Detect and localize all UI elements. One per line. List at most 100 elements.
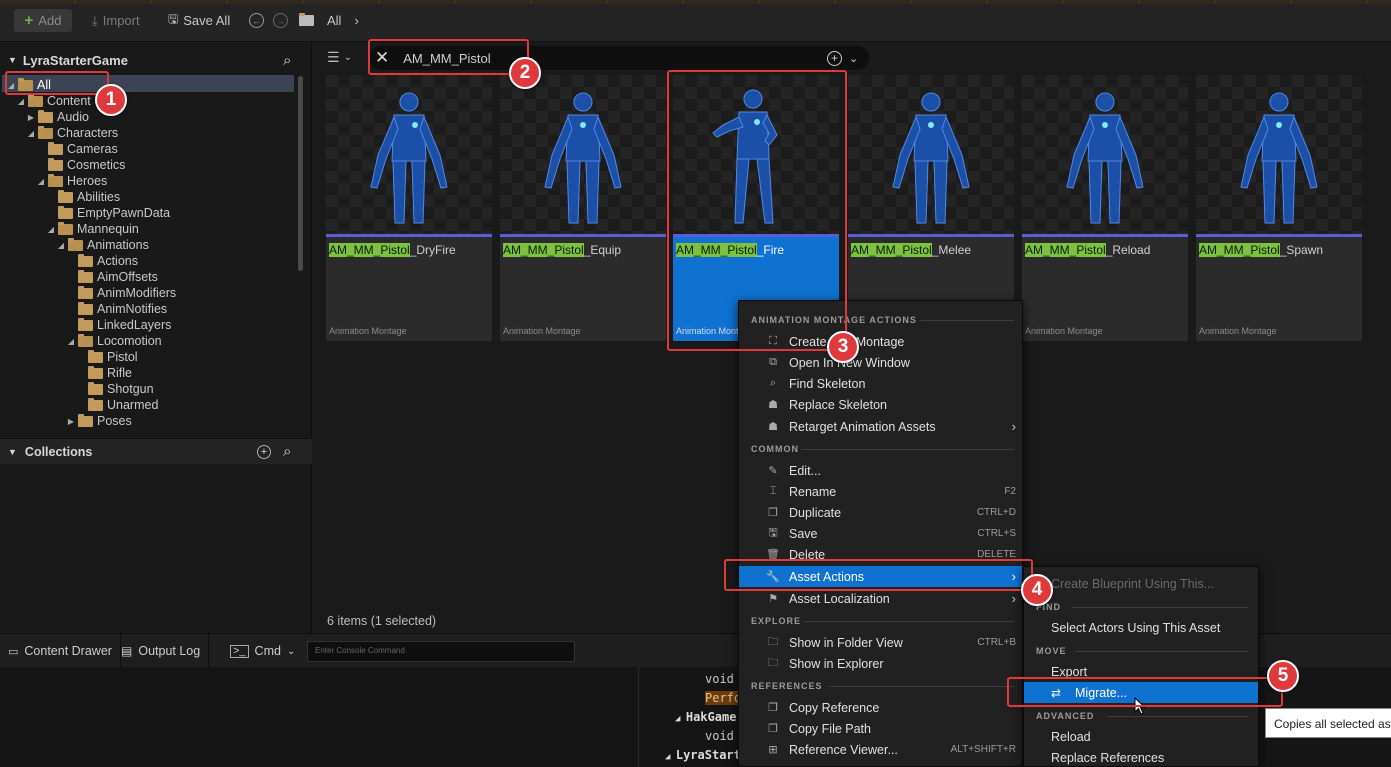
output-log-tab[interactable]: ▤ Output Log xyxy=(113,634,210,668)
menu-item-copy-file-path[interactable]: ❐ Copy File Path xyxy=(739,718,1022,739)
project-header[interactable]: ▼ LyraStarterGame ⌕ xyxy=(0,50,312,70)
tree-item-heroes[interactable]: ◢ Heroes xyxy=(36,173,107,189)
tree-item-audio[interactable]: ▶ Audio xyxy=(26,109,89,125)
menu-label: Rename xyxy=(789,484,837,499)
cmd-dropdown[interactable]: >_ Cmd ⌄ xyxy=(222,634,303,668)
asset-thumbnail xyxy=(326,75,492,237)
annotation-box xyxy=(368,39,529,75)
filter-button[interactable]: ☰ ⌄ xyxy=(327,49,352,66)
menu-section-references: REFERENCES xyxy=(751,681,823,691)
menu-item-rename[interactable]: ⌶ Rename F2 xyxy=(739,481,1022,502)
save-all-label: Save All xyxy=(183,13,231,28)
menu-item-create-blueprint[interactable]: Create Blueprint Using This... xyxy=(1024,573,1258,594)
menu-item-open-new-window[interactable]: ⧉ Open In New Window xyxy=(739,352,1022,373)
chevron-down-icon[interactable]: ⌄ xyxy=(849,52,858,65)
tree-item-poses[interactable]: ▶ Poses xyxy=(66,413,132,429)
menu-item-select-actors[interactable]: Select Actors Using This Asset xyxy=(1024,617,1258,638)
import-button[interactable]: ⤓ Import xyxy=(92,9,140,32)
asset-thumbnail xyxy=(1196,75,1362,237)
graph-icon: ⊞ xyxy=(768,744,778,756)
back-button[interactable]: ← xyxy=(249,9,264,32)
menu-item-retarget[interactable]: ☗ Retarget Animation Assets › xyxy=(739,416,1022,437)
tree-item-characters[interactable]: ◢ Characters xyxy=(26,125,118,141)
tree-item-locomotion[interactable]: ◢ Locomotion xyxy=(66,333,162,349)
tree-item-aimoffsets[interactable]: AimOffsets xyxy=(66,269,158,285)
menu-item-copy-reference[interactable]: ❐ Copy Reference xyxy=(739,697,1022,718)
search-icon[interactable]: ⌕ xyxy=(283,443,291,460)
menu-item-replace-references[interactable]: Replace References xyxy=(1024,747,1258,766)
tree-item-pistol[interactable]: Pistol xyxy=(76,349,138,365)
tree-item-content[interactable]: ◢ Content xyxy=(16,93,91,109)
menu-item-show-explorer[interactable]: 🗀 Show in Explorer xyxy=(739,653,1022,674)
console-input[interactable]: Enter Console Command xyxy=(307,641,575,662)
asset-card[interactable]: AM_MM_Pistol_Reload Animation Montage xyxy=(1022,75,1188,341)
menu-item-reference-viewer[interactable]: ⊞ Reference Viewer... ALT+SHIFT+R xyxy=(739,739,1022,760)
content-drawer-tab[interactable]: ▭ Content Drawer xyxy=(0,634,121,668)
folder-icon xyxy=(88,381,103,395)
tree-item-emptypawndata[interactable]: EmptyPawnData xyxy=(46,205,170,221)
asset-card[interactable]: AM_MM_Pistol_Spawn Animation Montage xyxy=(1196,75,1362,341)
menu-label: Replace Skeleton xyxy=(789,397,887,412)
tree-label: Pistol xyxy=(107,350,138,364)
tree-label: LinkedLayers xyxy=(97,318,172,332)
menu-item-reload[interactable]: Reload xyxy=(1024,726,1258,747)
menu-item-find-skeleton[interactable]: ⌕ Find Skeleton xyxy=(739,373,1022,394)
tree-label: Unarmed xyxy=(107,398,159,412)
tree-scrollbar[interactable] xyxy=(298,76,303,271)
menu-section-explore: EXPLORE xyxy=(751,616,802,626)
asset-card[interactable]: AM_MM_Pistol_Equip Animation Montage xyxy=(500,75,666,341)
section-divider xyxy=(921,320,1014,321)
add-filter-icon[interactable]: + xyxy=(827,50,842,66)
tree-item-animmodifiers[interactable]: AnimModifiers xyxy=(66,285,176,301)
project-title: LyraStarterGame xyxy=(22,52,128,68)
asset-actions-submenu: Create Blueprint Using This... FIND Sele… xyxy=(1023,566,1259,767)
folder-icon xyxy=(78,317,93,331)
folder-icon xyxy=(88,349,103,363)
add-button[interactable]: + Add xyxy=(14,9,72,32)
menu-item-show-folder[interactable]: 🗀 Show in Folder View CTRL+B xyxy=(739,632,1022,653)
annotation-box xyxy=(667,70,847,351)
asset-card[interactable]: AM_MM_Pistol_DryFire Animation Montage xyxy=(326,75,492,341)
tree-label: AimOffsets xyxy=(97,270,158,284)
tree-item-actions[interactable]: Actions xyxy=(66,253,138,269)
menu-label: Replace References xyxy=(1051,750,1165,765)
menu-label: Reload xyxy=(1051,729,1091,744)
submenu-section-move: MOVE xyxy=(1036,646,1067,656)
tree-item-cosmetics[interactable]: Cosmetics xyxy=(36,157,125,173)
tree-item-animations[interactable]: ◢ Animations xyxy=(56,237,149,253)
tree-label: Cameras xyxy=(67,142,118,156)
menu-item-save[interactable]: 🖫 Save CTRL+S xyxy=(739,523,1022,544)
search-icon[interactable]: ⌕ xyxy=(283,52,291,69)
asset-type: Animation Montage xyxy=(1199,326,1277,336)
menu-item-replace-skeleton[interactable]: ☗ Replace Skeleton xyxy=(739,394,1022,415)
menu-label: Edit... xyxy=(789,463,821,478)
mannequin-figure xyxy=(1066,92,1144,224)
tree-item-shotgun[interactable]: Shotgun xyxy=(76,381,154,397)
code-line: ◢ HakGame xyxy=(675,710,736,724)
collections-header[interactable]: ▼ Collections + ⌕ xyxy=(0,438,312,464)
section-divider xyxy=(1072,607,1248,608)
tree-item-cameras[interactable]: Cameras xyxy=(36,141,118,157)
menu-item-edit[interactable]: ✎ Edit... xyxy=(739,460,1022,481)
tree-item-unarmed[interactable]: Unarmed xyxy=(76,397,158,413)
shortcut: CTRL+S xyxy=(977,528,1016,539)
section-divider xyxy=(829,686,1014,687)
tree-item-abilities[interactable]: Abilities xyxy=(46,189,120,205)
migrate-tooltip: Copies all selected assets xyxy=(1265,708,1391,738)
forward-button[interactable]: → xyxy=(273,9,288,32)
skeleton-icon: ☗ xyxy=(768,399,778,411)
tree-label: Content xyxy=(47,94,91,108)
tree-item-animnotifies[interactable]: AnimNotifies xyxy=(66,301,167,317)
asset-name: AM_MM_Pistol_Spawn xyxy=(1199,243,1323,257)
menu-item-duplicate[interactable]: ❐ Duplicate CTRL+D xyxy=(739,502,1022,523)
add-collection-icon[interactable]: + xyxy=(257,444,271,459)
search-match: AM_MM_Pistol xyxy=(1199,243,1280,257)
save-all-button[interactable]: 🖫 Save All xyxy=(168,9,230,32)
tree-item-mannequin[interactable]: ◢ Mannequin xyxy=(46,221,139,237)
breadcrumb[interactable]: All › xyxy=(297,9,359,32)
menu-item-asset-localization[interactable]: ⚑ Asset Localization › xyxy=(739,588,1022,609)
flag-icon: ⚑ xyxy=(768,593,778,605)
tree-item-linkedlayers[interactable]: LinkedLayers xyxy=(66,317,171,333)
cmd-label: Cmd xyxy=(254,644,281,658)
tree-item-rifle[interactable]: Rifle xyxy=(76,365,132,381)
